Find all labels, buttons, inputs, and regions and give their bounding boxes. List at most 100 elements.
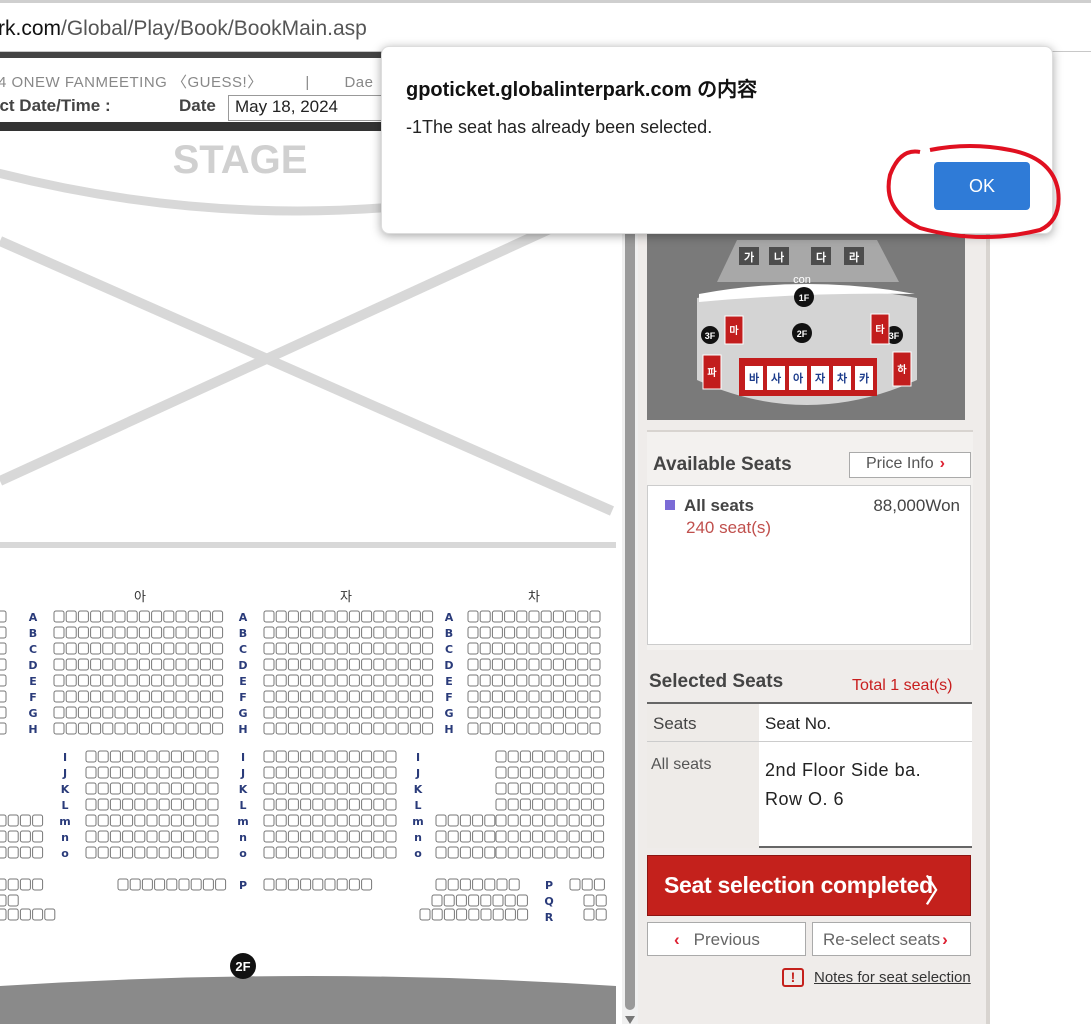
seat[interactable] — [163, 658, 175, 671]
venue-mini-map[interactable]: 가 나 다 라 con 1F 2F 3F 3F 마 파 타 하 바 사 아 자 … — [647, 230, 965, 420]
seat[interactable] — [479, 626, 491, 639]
seat[interactable] — [455, 894, 467, 907]
seat[interactable] — [102, 610, 114, 623]
seat[interactable] — [170, 830, 182, 843]
seat[interactable] — [122, 846, 134, 859]
seat[interactable] — [0, 690, 7, 703]
seat[interactable] — [361, 750, 373, 763]
seat[interactable] — [65, 674, 77, 687]
seat[interactable] — [134, 846, 146, 859]
seat[interactable] — [202, 878, 214, 891]
seat[interactable] — [409, 722, 421, 735]
seat[interactable] — [212, 626, 224, 639]
seat[interactable] — [175, 626, 187, 639]
seat[interactable] — [65, 706, 77, 719]
seat[interactable] — [459, 878, 471, 891]
seat[interactable] — [552, 690, 564, 703]
seat[interactable] — [544, 814, 556, 827]
seat[interactable] — [385, 706, 397, 719]
seat[interactable] — [583, 908, 595, 921]
seat[interactable] — [97, 750, 109, 763]
seat[interactable] — [287, 610, 299, 623]
seat[interactable] — [544, 846, 556, 859]
address-bar[interactable]: rk.com/Global/Play/Book/BookMain.asp — [0, 0, 1091, 52]
seat[interactable] — [577, 690, 589, 703]
seat[interactable] — [324, 798, 336, 811]
seat[interactable] — [409, 690, 421, 703]
seat[interactable] — [138, 722, 150, 735]
seat[interactable] — [595, 908, 607, 921]
seat[interactable] — [373, 642, 385, 655]
seat[interactable] — [373, 626, 385, 639]
seat[interactable] — [138, 658, 150, 671]
seat[interactable] — [373, 610, 385, 623]
seat[interactable] — [300, 846, 312, 859]
seat[interactable] — [175, 690, 187, 703]
seat[interactable] — [122, 830, 134, 843]
seat[interactable] — [275, 782, 287, 795]
notes-for-seat-selection-link[interactable]: Notes for seat selection — [814, 969, 971, 986]
seat[interactable] — [187, 706, 199, 719]
seat[interactable] — [163, 626, 175, 639]
seat[interactable] — [373, 814, 385, 827]
seat[interactable] — [287, 830, 299, 843]
seat[interactable] — [528, 690, 540, 703]
seat[interactable] — [472, 846, 484, 859]
seat[interactable] — [419, 908, 431, 921]
seat[interactable] — [263, 706, 275, 719]
seat[interactable] — [397, 658, 409, 671]
seat[interactable] — [348, 642, 360, 655]
seat[interactable] — [158, 766, 170, 779]
seat[interactable] — [422, 610, 434, 623]
seat[interactable] — [109, 766, 121, 779]
seat[interactable] — [90, 626, 102, 639]
seat[interactable] — [158, 846, 170, 859]
seat[interactable] — [0, 908, 7, 921]
scroll-down-arrow-icon[interactable] — [625, 1016, 635, 1024]
seat[interactable] — [275, 814, 287, 827]
seat[interactable] — [472, 878, 484, 891]
seat[interactable] — [312, 706, 324, 719]
seat[interactable] — [361, 798, 373, 811]
seat[interactable] — [187, 690, 199, 703]
seat[interactable] — [443, 908, 455, 921]
seat-map[interactable]: STAGE 아 자 차 A A AB B BC C CD D DE E EF F FG G GH H HI I IJ… — [0, 131, 622, 1024]
seat[interactable] — [300, 626, 312, 639]
seat[interactable] — [53, 658, 65, 671]
seat[interactable] — [593, 766, 605, 779]
seat[interactable] — [195, 750, 207, 763]
seat[interactable] — [300, 642, 312, 655]
seat[interactable] — [373, 846, 385, 859]
seat[interactable] — [146, 750, 158, 763]
seat[interactable] — [324, 766, 336, 779]
seat[interactable] — [126, 706, 138, 719]
seat[interactable] — [577, 626, 589, 639]
seat[interactable] — [593, 750, 605, 763]
seat[interactable] — [385, 658, 397, 671]
seat[interactable] — [373, 690, 385, 703]
seat[interactable] — [422, 642, 434, 655]
seat[interactable] — [568, 830, 580, 843]
seat[interactable] — [565, 610, 577, 623]
seat[interactable] — [540, 610, 552, 623]
seat[interactable] — [129, 878, 141, 891]
seat[interactable] — [0, 706, 7, 719]
seat[interactable] — [484, 814, 496, 827]
seat[interactable] — [504, 626, 516, 639]
seat[interactable] — [336, 750, 348, 763]
seat[interactable] — [324, 642, 336, 655]
seat[interactable] — [275, 878, 287, 891]
seat[interactable] — [593, 782, 605, 795]
seat[interactable] — [275, 610, 287, 623]
seat[interactable] — [77, 722, 89, 735]
seat[interactable] — [556, 830, 568, 843]
seat[interactable] — [158, 798, 170, 811]
seat[interactable] — [65, 626, 77, 639]
seat[interactable] — [126, 690, 138, 703]
seat[interactable] — [287, 626, 299, 639]
seat[interactable] — [580, 766, 592, 779]
seat[interactable] — [336, 722, 348, 735]
seat[interactable] — [102, 706, 114, 719]
seat[interactable] — [312, 814, 324, 827]
seat[interactable] — [568, 846, 580, 859]
